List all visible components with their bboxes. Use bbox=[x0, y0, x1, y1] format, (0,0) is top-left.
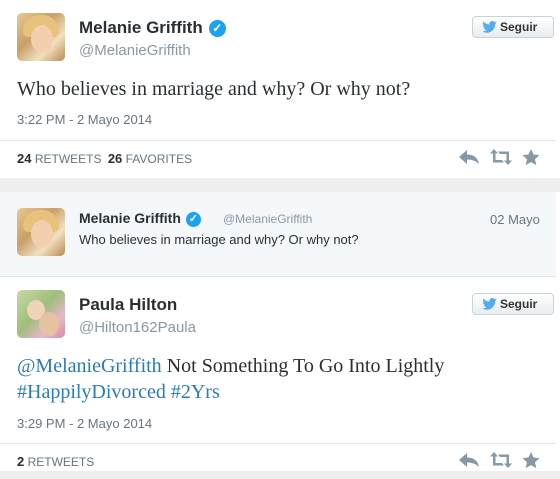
retweets-count[interactable]: 2 bbox=[17, 454, 24, 469]
tweet-card-melanie: Melanie Griffith ✓ @MelanieGriffith Segui… bbox=[0, 0, 556, 178]
follow-button-label: Seguir bbox=[500, 297, 538, 311]
tweet-text-body: Not Something To Go Into Lightly bbox=[161, 355, 445, 377]
follow-button[interactable]: Seguir bbox=[472, 16, 554, 38]
tweet-text: @MelanieGriffith Not Something To Go Int… bbox=[17, 355, 444, 378]
avatar[interactable] bbox=[17, 208, 65, 256]
follow-button-label: Seguir bbox=[500, 20, 538, 34]
user-name-text[interactable]: Melanie Griffith bbox=[79, 210, 181, 226]
twitter-bird-icon bbox=[482, 21, 497, 33]
retweet-icon[interactable] bbox=[490, 452, 512, 468]
divider bbox=[0, 140, 556, 141]
user-name[interactable]: Melanie Griffith ✓ bbox=[79, 18, 226, 38]
user-name[interactable]: Melanie Griffith ✓ bbox=[79, 210, 201, 227]
hashtag-link[interactable]: #2Yrs bbox=[171, 381, 220, 403]
divider bbox=[0, 443, 556, 444]
user-name[interactable]: Paula Hilton bbox=[79, 295, 177, 315]
tweet-hashtags: #HappilyDivorced #2Yrs bbox=[17, 381, 220, 404]
retweets-label[interactable]: RETWEETS bbox=[28, 455, 95, 469]
verified-icon: ✓ bbox=[208, 20, 226, 37]
in-reply-to-card[interactable]: Melanie Griffith ✓ @MelanieGriffith 02 Ma… bbox=[0, 192, 556, 276]
tweet-timestamp[interactable]: 3:29 PM - 2 Mayo 2014 bbox=[17, 416, 152, 431]
twitter-bird-icon bbox=[482, 298, 497, 310]
favorites-label[interactable]: FAVORITES bbox=[126, 152, 192, 166]
retweets-label[interactable]: RETWEETS bbox=[35, 152, 102, 166]
tweet-text: Who believes in marriage and why? Or why… bbox=[17, 78, 411, 100]
follow-button[interactable]: Seguir bbox=[472, 293, 554, 315]
user-handle[interactable]: @MelanieGriffith bbox=[223, 212, 312, 226]
bottom-edge bbox=[0, 471, 560, 479]
separator bbox=[0, 178, 560, 192]
hashtag-link[interactable]: #HappilyDivorced bbox=[17, 381, 166, 403]
mention-link[interactable]: @MelanieGriffith bbox=[17, 355, 162, 377]
retweets-count[interactable]: 24 bbox=[17, 151, 31, 166]
retweet-icon[interactable] bbox=[490, 149, 512, 165]
tweet-date[interactable]: 02 Mayo bbox=[490, 212, 540, 227]
tweet-timestamp[interactable]: 3:22 PM - 2 Mayo 2014 bbox=[17, 112, 152, 127]
favorite-star-icon[interactable] bbox=[522, 149, 540, 166]
user-name-text[interactable]: Melanie Griffith bbox=[79, 18, 203, 37]
tweet-card-paula: Paula Hilton @Hilton162Paula Seguir @Mel… bbox=[0, 277, 556, 471]
user-handle[interactable]: @MelanieGriffith bbox=[79, 42, 191, 59]
reply-icon[interactable] bbox=[458, 149, 480, 165]
user-handle[interactable]: @Hilton162Paula bbox=[79, 319, 196, 336]
avatar[interactable] bbox=[17, 290, 65, 338]
avatar[interactable] bbox=[17, 13, 65, 61]
tweet-text: Who believes in marriage and why? Or why… bbox=[79, 232, 359, 247]
tweet-stats: 24 RETWEETS 26 FAVORITES bbox=[17, 151, 192, 166]
reply-icon[interactable] bbox=[458, 452, 480, 468]
favorites-count[interactable]: 26 bbox=[108, 151, 122, 166]
tweet-stats: 2 RETWEETS bbox=[17, 454, 94, 469]
verified-icon: ✓ bbox=[185, 212, 201, 227]
favorite-star-icon[interactable] bbox=[522, 452, 540, 469]
